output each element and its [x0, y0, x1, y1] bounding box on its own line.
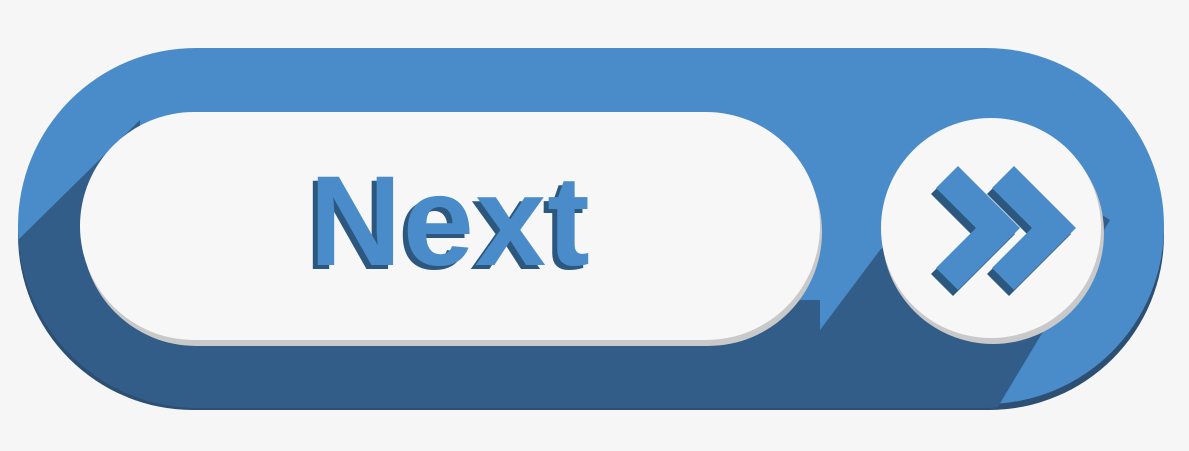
next-button[interactable]: Next [0, 0, 1189, 451]
label-container: Next [80, 112, 820, 338]
next-label: Next [309, 150, 591, 293]
